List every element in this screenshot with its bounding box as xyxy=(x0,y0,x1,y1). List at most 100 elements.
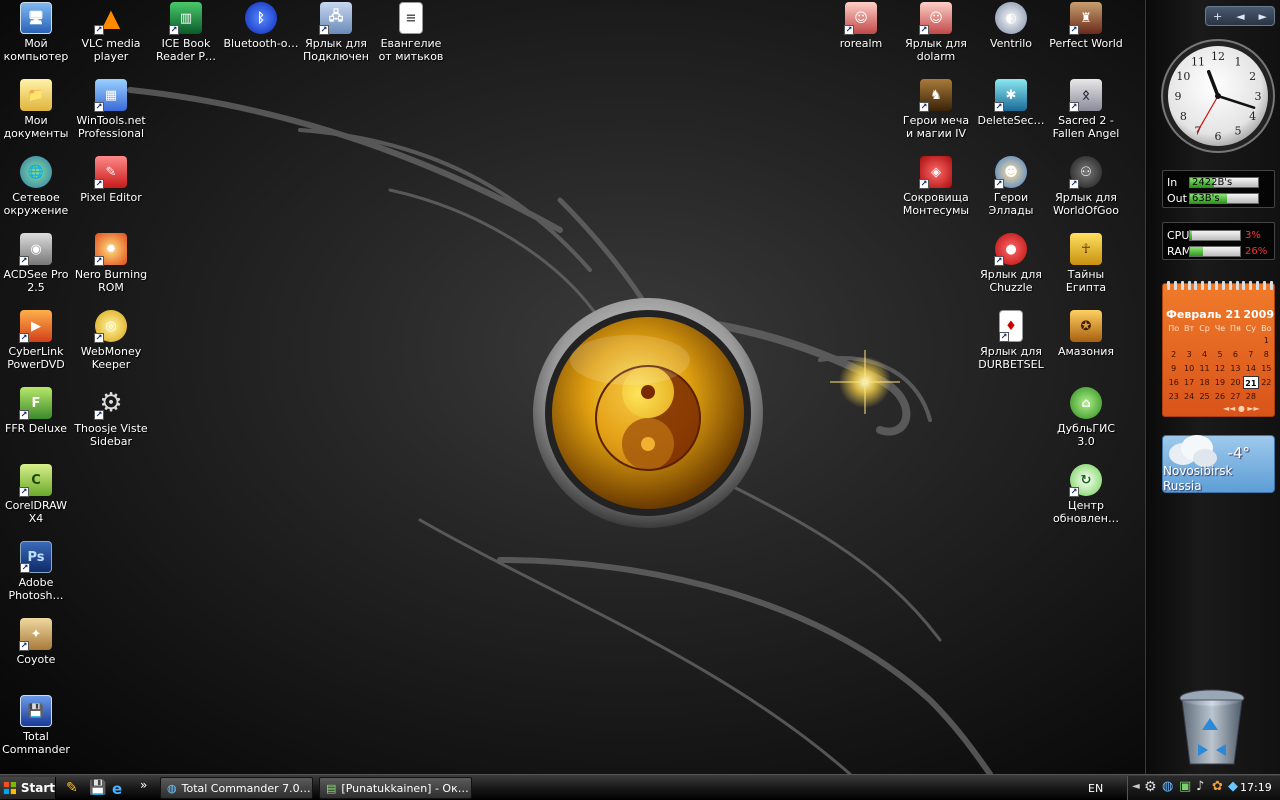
taskbar-button-total-commander[interactable]: ◍ Total Commander 7.0… xyxy=(160,777,313,799)
quicklaunch-ie-icon[interactable]: e xyxy=(112,780,128,798)
calendar-day[interactable]: 9 xyxy=(1166,362,1181,375)
calendar-day[interactable]: 5 xyxy=(1212,348,1227,361)
taskbar-button-punatukkainen[interactable]: ▤ [Punatukkainen] - Ок… xyxy=(319,777,472,799)
desktop-icon-connection-shortcut[interactable]: 🖧↗ Ярлык для Подключен… xyxy=(298,0,374,74)
tray-network-icon[interactable]: ▣ xyxy=(1179,779,1191,794)
calendar-day[interactable]: 11 xyxy=(1197,362,1212,375)
calendar-rings xyxy=(1167,281,1273,291)
desktop-icon-perfect-world[interactable]: ♜ ↗ Perfect World xyxy=(1048,0,1124,74)
desktop-icon-evangelie[interactable]: ≡ Евангелие от митьков xyxy=(373,0,449,74)
calendar-day[interactable]: 13 xyxy=(1228,362,1243,375)
desktop-icon-powerdvd[interactable]: ▶ ↗ CyberLink PowerDVD xyxy=(0,308,74,382)
calendar-day[interactable]: 10 xyxy=(1181,362,1196,375)
desktop-icon-amazonia[interactable]: ✪ Амазония xyxy=(1048,308,1124,382)
calendar-day[interactable]: 23 xyxy=(1166,390,1181,403)
calendar-grid: По Вт Ср Че Пя Су Во 1 2 3 4 5 6 7 8 9 10 11 12 13 14 15 16 17 1… xyxy=(1166,324,1274,403)
desktop-icon-photoshop[interactable]: Ps ↗ Adobe Photosh… xyxy=(0,539,74,613)
desktop-icon-my-documents[interactable]: 📁 Мои документы xyxy=(0,77,74,151)
icon-label: FFR Deluxe xyxy=(5,422,67,435)
calendar-day[interactable]: 24 xyxy=(1181,390,1196,403)
language-indicator[interactable]: EN xyxy=(1088,782,1103,795)
calendar-day[interactable]: 26 xyxy=(1212,390,1227,403)
sidebar-next-button[interactable]: ► xyxy=(1259,10,1267,23)
desktop-icon-heroes-iv[interactable]: ♞↗ Герои меча и магии IV Г… xyxy=(898,77,974,151)
desktop-icon-network[interactable]: 🌐 Сетевое окружение xyxy=(0,154,74,228)
desktop-icon-ffr-deluxe[interactable]: F ↗ FFR Deluxe xyxy=(0,385,74,459)
desktop-icon-total-commander[interactable]: 💾 Total Commander xyxy=(0,693,74,767)
calendar-ring xyxy=(1221,281,1225,290)
weather-gadget[interactable]: -4° Novosibirsk Russia xyxy=(1162,435,1275,493)
recycle-bin-icon[interactable] xyxy=(1176,688,1246,768)
desktop-icon-acdsee[interactable]: ◉ ↗ ACDSee Pro 2.5 xyxy=(0,231,74,305)
calendar-day[interactable]: 27 xyxy=(1228,390,1243,403)
calendar-day[interactable]: 19 xyxy=(1212,376,1227,389)
calendar-nav[interactable]: ◄◄ ● ►► xyxy=(1223,404,1260,413)
desktop-icon-worldofgoo[interactable]: ⚇ ↗ Ярлык для WorldOfGoo xyxy=(1048,154,1124,228)
sidebar-prev-button[interactable]: ◄ xyxy=(1236,10,1244,23)
clock-gadget[interactable]: 123456789101112 xyxy=(1160,38,1276,154)
desktop-icon-dublgis[interactable]: ⌂ ДубльГИС 3.0 xyxy=(1048,385,1124,459)
calendar-day[interactable]: 22 xyxy=(1259,376,1274,389)
shortcut-arrow-icon: ↗ xyxy=(169,25,179,35)
tray-volume-icon[interactable]: ♪ xyxy=(1196,779,1204,794)
calendar-day[interactable]: 28 xyxy=(1243,390,1258,403)
tray-globe-icon[interactable]: ◍ xyxy=(1162,779,1173,794)
desktop-icon-webmoney[interactable]: ◎↗ WebMoney Keeper Clas… xyxy=(73,308,149,382)
desktop-icon-update-center[interactable]: ↻ ↗ Центр обновлен… xyxy=(1048,462,1124,536)
desktop-icon-hellas[interactable]: ☻ ↗ Герои Эллады xyxy=(973,154,1049,228)
calendar-day[interactable]: 14 xyxy=(1243,362,1258,375)
calendar-ring xyxy=(1269,281,1273,290)
desktop-icon-coyote[interactable]: ✦ ↗ Coyote xyxy=(0,616,74,690)
calendar-day[interactable]: 12 xyxy=(1212,362,1227,375)
calendar-day[interactable]: 6 xyxy=(1228,348,1243,361)
taskbar-clock[interactable]: 17:19 xyxy=(1240,781,1272,794)
desktop-icon-wintools[interactable]: ▦ ↗ WinTools.net Professional xyxy=(73,77,149,151)
calendar-day[interactable]: 16 xyxy=(1166,376,1181,389)
desktop-icon-chuzzle[interactable]: ● ↗ Ярлык для Chuzzle xyxy=(973,231,1049,305)
desktop-icon-pixel-editor[interactable]: ✎ ↗ Pixel Editor xyxy=(73,154,149,228)
tray-shield-icon[interactable]: ◆ xyxy=(1228,779,1238,794)
tray-gear-icon[interactable]: ⚙ xyxy=(1144,779,1157,795)
calendar-weekday: Вт xyxy=(1184,324,1195,333)
quicklaunch-more-icon[interactable]: » xyxy=(140,778,156,794)
desktop-icon-ventrilo[interactable]: ◐ Ventrilo xyxy=(973,0,1049,74)
desktop[interactable]: 🖥 Мой компьютер 📁 Мои документы 🌐 Сетево… xyxy=(0,0,1145,774)
desktop-icon-vlc[interactable]: ▲ ↗ VLC media player xyxy=(73,0,149,74)
desktop-icon-tainy-egipta[interactable]: ☥ Тайны Египта xyxy=(1048,231,1124,305)
desktop-icon-deletesec[interactable]: ✱ ↗ DeleteSec… xyxy=(973,77,1049,151)
calendar-day[interactable]: 15 xyxy=(1259,362,1274,375)
desktop-icon-thoosje-sidebar[interactable]: ⚙ ↗ Thoosje Viste Sidebar xyxy=(73,385,149,459)
desktop-icon-montezuma[interactable]: ◈ ↗ Сокровища Монтесумы xyxy=(898,154,974,228)
sidebar-add-button[interactable]: + xyxy=(1213,10,1222,23)
desktop-icon-ice-book-reader[interactable]: ▥ ↗ ICE Book Reader P… xyxy=(148,0,224,74)
calendar-day[interactable]: 7 xyxy=(1243,348,1258,361)
desktop-icon-coreldraw[interactable]: C ↗ CorelDRAW X4 xyxy=(0,462,74,536)
calendar-ring xyxy=(1173,281,1177,290)
calendar-day[interactable]: 3 xyxy=(1181,348,1196,361)
calendar-day[interactable]: 2 xyxy=(1166,348,1181,361)
desktop-icon-durbetsel[interactable]: ♦ ↗ Ярлык для DURBETSEL xyxy=(973,308,1049,382)
desktop-icon-dolarm[interactable]: ☺ ↗ Ярлык для dolarm xyxy=(898,0,974,74)
calendar-gadget[interactable]: Февраль 21 2009 По Вт Ср Че Пя Су Во 1 2 3 4 5 6 7 8 9 1… xyxy=(1162,281,1275,417)
calendar-today[interactable]: 21 xyxy=(1243,376,1259,389)
calendar-day[interactable]: 1 xyxy=(1259,334,1274,347)
desktop-icon-sacred-2[interactable]: ᛟ ↗ Sacred 2 - Fallen Angel xyxy=(1048,77,1124,151)
quicklaunch-floppy-icon[interactable]: 💾 xyxy=(89,780,106,796)
calendar-day[interactable]: 20 xyxy=(1228,376,1243,389)
calendar-day[interactable]: 4 xyxy=(1197,348,1212,361)
calendar-day[interactable]: 18 xyxy=(1197,376,1212,389)
tray-expand-icon[interactable]: ◄ xyxy=(1132,781,1140,792)
network-meter-gadget[interactable]: In 2422B's Out 63B's xyxy=(1162,170,1275,208)
desktop-icon-my-computer[interactable]: 🖥 Мой компьютер xyxy=(0,0,74,74)
calendar-day[interactable]: 17 xyxy=(1181,376,1196,389)
calendar-day[interactable]: 25 xyxy=(1197,390,1212,403)
desktop-icon-rorealm[interactable]: ☺ ↗ rorealm xyxy=(823,0,899,74)
desktop-icon-nero[interactable]: ✹ ↗ Nero Burning ROM xyxy=(73,231,149,305)
desktop-icon-bluetooth[interactable]: ᛒ Bluetooth-о… xyxy=(223,0,299,74)
tray-butterfly-icon[interactable]: ✿ xyxy=(1212,779,1223,794)
calendar-day[interactable]: 8 xyxy=(1259,348,1274,361)
icon-label: Bluetooth-о… xyxy=(223,37,299,50)
start-button[interactable]: Start xyxy=(0,777,56,799)
cpu-ram-gadget[interactable]: CPU 3% RAM 26% xyxy=(1162,222,1275,260)
quicklaunch-tools-icon[interactable]: ✎ xyxy=(66,780,82,796)
